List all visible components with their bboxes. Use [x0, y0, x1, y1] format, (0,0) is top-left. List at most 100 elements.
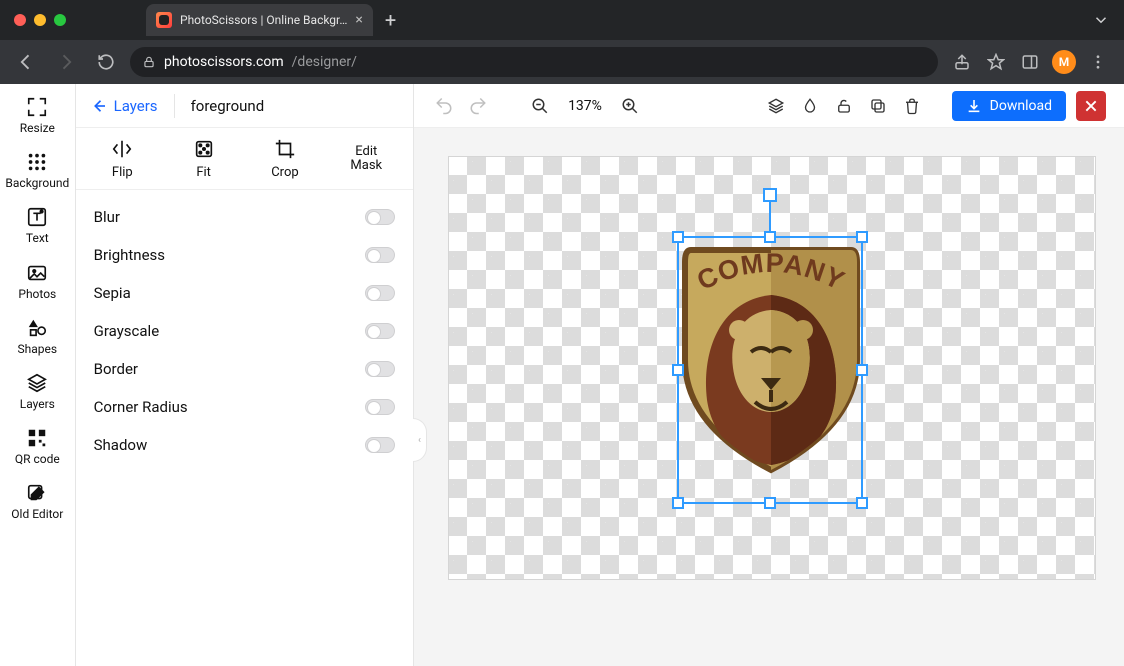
- rail-background[interactable]: Background: [5, 151, 69, 190]
- toggle-sepia[interactable]: [365, 285, 395, 301]
- zoom-value[interactable]: 137%: [562, 98, 608, 114]
- undo-button[interactable]: [432, 94, 456, 118]
- handle-tr[interactable]: [856, 231, 868, 243]
- rail-resize[interactable]: Resize: [20, 96, 55, 135]
- collapse-panel-handle[interactable]: ‹: [413, 418, 427, 462]
- unlock-button[interactable]: [832, 94, 856, 118]
- redo-button[interactable]: [466, 94, 490, 118]
- kebab-menu-button[interactable]: [1082, 46, 1114, 78]
- rail-text[interactable]: Text: [26, 206, 49, 245]
- editor: 137% Download: [414, 84, 1124, 666]
- zoom-out-button[interactable]: [528, 94, 552, 118]
- rail-layers[interactable]: Layers: [20, 372, 55, 411]
- share-button[interactable]: [946, 46, 978, 78]
- shapes-icon: [26, 317, 48, 339]
- layers-icon: [26, 372, 48, 394]
- rail-photos[interactable]: Photos: [18, 262, 56, 301]
- rail-label: Resize: [20, 122, 55, 135]
- favicon-icon: [156, 12, 172, 28]
- macos-close-button[interactable]: [14, 14, 26, 26]
- prop-label: Corner Radius: [94, 398, 188, 416]
- toggle-border[interactable]: [365, 361, 395, 377]
- handle-br[interactable]: [856, 497, 868, 509]
- toggle-brightness[interactable]: [365, 247, 395, 263]
- bookmark-button[interactable]: [980, 46, 1012, 78]
- canvas[interactable]: COMPANY: [448, 156, 1096, 580]
- text-icon: [26, 206, 48, 228]
- layer-tools: Flip Fit Crop Edit Mask: [76, 128, 413, 190]
- prop-brightness: Brightness: [94, 236, 395, 274]
- fit-icon: [193, 138, 215, 160]
- toggle-grayscale[interactable]: [365, 323, 395, 339]
- reload-button[interactable]: [90, 46, 122, 78]
- handle-l[interactable]: [672, 364, 684, 376]
- trash-icon: [903, 97, 921, 115]
- macos-minimize-button[interactable]: [34, 14, 46, 26]
- handle-t[interactable]: [764, 231, 776, 243]
- browser-actions: M: [946, 46, 1114, 78]
- rail-shapes[interactable]: Shapes: [18, 317, 58, 356]
- flip-icon: [111, 138, 133, 160]
- back-button[interactable]: [10, 46, 42, 78]
- layers-icon: [767, 97, 785, 115]
- toggle-cornerradius[interactable]: [365, 399, 395, 415]
- rotate-handle[interactable]: [763, 188, 777, 202]
- duplicate-button[interactable]: [866, 94, 890, 118]
- browser-urlbar: photoscissors.com/designer/ M: [0, 40, 1124, 84]
- undo-icon: [435, 97, 453, 115]
- rail-label: Photos: [18, 288, 56, 301]
- rail-label: Background: [5, 177, 69, 190]
- selection-box[interactable]: [677, 236, 863, 504]
- toggle-shadow[interactable]: [365, 437, 395, 453]
- address-bar[interactable]: photoscissors.com/designer/: [130, 47, 938, 77]
- tool-label: Flip: [112, 166, 133, 180]
- profile-button[interactable]: M: [1048, 46, 1080, 78]
- opacity-button[interactable]: [798, 94, 822, 118]
- tool-label: Edit Mask: [350, 145, 382, 172]
- rail-label: Text: [26, 232, 49, 245]
- lock-icon: [142, 55, 156, 69]
- close-editor-button[interactable]: [1076, 91, 1106, 121]
- rail-qrcode[interactable]: QR code: [15, 427, 60, 466]
- layer-properties: Blur Brightness Sepia Grayscale Border C…: [76, 190, 413, 472]
- tool-flip[interactable]: Flip: [86, 138, 158, 180]
- handle-b[interactable]: [764, 497, 776, 509]
- macos-traffic-lights: [14, 14, 66, 26]
- zoom-out-icon: [531, 97, 549, 115]
- image-icon: [26, 262, 48, 284]
- prop-label: Sepia: [94, 284, 131, 302]
- sidepanel-button[interactable]: [1014, 46, 1046, 78]
- editor-toolbar: 137% Download: [414, 84, 1124, 128]
- close-tab-icon[interactable]: ×: [355, 12, 362, 28]
- handle-tl[interactable]: [672, 231, 684, 243]
- tool-fit[interactable]: Fit: [168, 138, 240, 180]
- left-rail: Resize Background Text Photos Shapes Lay…: [0, 84, 76, 666]
- zoom-in-icon: [621, 97, 639, 115]
- handle-r[interactable]: [856, 364, 868, 376]
- qr-icon: [26, 427, 48, 449]
- download-button[interactable]: Download: [952, 91, 1066, 121]
- back-to-layers-link[interactable]: Layers: [90, 97, 158, 115]
- app-root: Resize Background Text Photos Shapes Lay…: [0, 84, 1124, 666]
- tool-editmask[interactable]: Edit Mask: [330, 145, 402, 172]
- rail-label: Old Editor: [11, 508, 63, 521]
- rail-label: Layers: [20, 398, 55, 411]
- macos-zoom-button[interactable]: [54, 14, 66, 26]
- rail-label: Shapes: [18, 343, 58, 356]
- forward-button[interactable]: [50, 46, 82, 78]
- copy-icon: [869, 97, 887, 115]
- close-icon: [1083, 98, 1099, 114]
- download-icon: [966, 98, 982, 114]
- tool-crop[interactable]: Crop: [249, 138, 321, 180]
- handle-bl[interactable]: [672, 497, 684, 509]
- browser-tab[interactable]: PhotoScissors | Online Backgr… ×: [146, 4, 373, 36]
- delete-button[interactable]: [900, 94, 924, 118]
- new-tab-button[interactable]: +: [385, 10, 396, 30]
- tab-overflow-button[interactable]: [1092, 11, 1110, 29]
- layers-button[interactable]: [764, 94, 788, 118]
- zoom-in-button[interactable]: [618, 94, 642, 118]
- rail-oldeditor[interactable]: Old Editor: [11, 482, 63, 521]
- prop-grayscale: Grayscale: [94, 312, 395, 350]
- toggle-blur[interactable]: [365, 209, 395, 225]
- prop-label: Border: [94, 360, 138, 378]
